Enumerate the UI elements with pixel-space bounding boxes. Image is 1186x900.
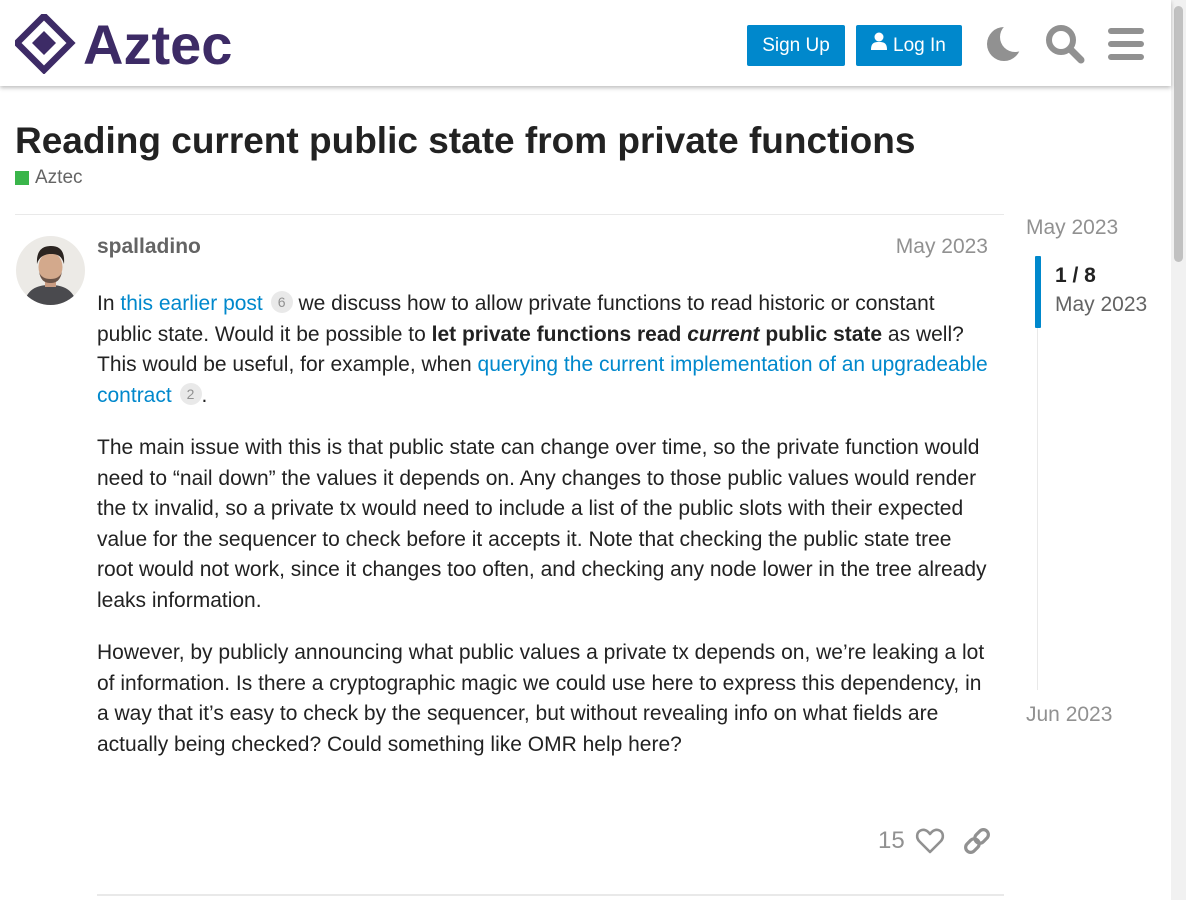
log-in-button[interactable]: Log In: [856, 25, 962, 66]
timeline-scroller-handle[interactable]: [1035, 256, 1041, 328]
category-badge[interactable]: Aztec: [15, 167, 83, 188]
link-icon[interactable]: [962, 826, 992, 856]
search-icon[interactable]: [1043, 22, 1087, 66]
logo-text: Aztec: [83, 14, 232, 74]
topic-divider: [15, 214, 1004, 215]
site-header: Aztec Sign Up Log In: [0, 0, 1171, 86]
timeline-end-date[interactable]: Jun 2023: [1026, 701, 1112, 729]
bold-italic-text: current: [687, 322, 760, 346]
user-icon: [871, 24, 887, 65]
post-paragraph-2: The main issue with this is that public …: [97, 436, 987, 612]
aztec-logo-mark: Aztec: [15, 14, 232, 74]
timeline-start-date[interactable]: May 2023: [1026, 214, 1118, 242]
log-in-label: Log In: [893, 35, 946, 56]
post-divider: [97, 894, 1004, 896]
post-paragraph-3: However, by publicly announcing what pub…: [97, 641, 985, 756]
hamburger-menu-icon[interactable]: [1104, 22, 1148, 66]
post-body: In this earlier post 6 we discuss how to…: [97, 289, 992, 782]
timeline-post-counter: 1 / 8: [1055, 264, 1096, 287]
post-paragraph-1: In this earlier post 6 we discuss how to…: [97, 289, 992, 411]
link-click-count: 2: [179, 382, 202, 405]
category-color-square: [15, 171, 29, 185]
aztec-logo[interactable]: Aztec: [15, 14, 255, 74]
text: In: [97, 292, 121, 315]
like-count[interactable]: 15: [878, 826, 905, 856]
post-date[interactable]: May 2023: [896, 235, 988, 259]
link-click-count: 6: [270, 291, 293, 313]
sign-up-button[interactable]: Sign Up: [747, 25, 845, 66]
page-scrollbar[interactable]: [1171, 0, 1186, 900]
timeline-current-date: May 2023: [1055, 293, 1148, 316]
topic-title[interactable]: Reading current public state from privat…: [15, 118, 915, 164]
text: .: [201, 383, 208, 407]
scrollbar-thumb[interactable]: [1174, 6, 1183, 262]
heart-icon[interactable]: [915, 826, 945, 856]
earlier-post-link[interactable]: this earlier post: [120, 292, 262, 315]
category-name: Aztec: [35, 167, 83, 188]
post-username[interactable]: spalladino: [97, 235, 201, 259]
avatar[interactable]: [16, 236, 85, 305]
moon-icon[interactable]: [982, 22, 1026, 66]
bold-text: let private functions read current publi…: [431, 322, 883, 346]
